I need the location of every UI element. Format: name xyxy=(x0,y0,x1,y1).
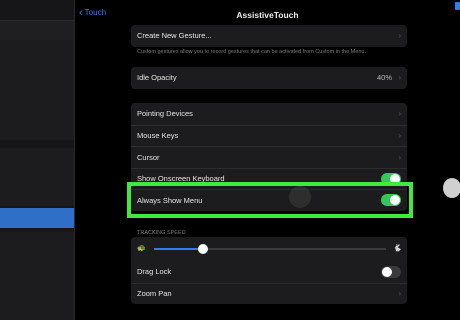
status-indicator xyxy=(455,2,460,10)
chevron-right-icon: › xyxy=(398,109,401,119)
more-group: Drag Lock Zoom Pan › xyxy=(131,261,407,304)
slider-thumb[interactable] xyxy=(197,244,208,254)
sidebar-item-selected[interactable] xyxy=(0,208,74,228)
tortoise-icon: 🐢 xyxy=(137,245,146,252)
mouse-keys-row[interactable]: Mouse Keys › xyxy=(131,124,407,147)
sidebar-section xyxy=(0,148,74,206)
create-gesture-label: Create New Gesture... xyxy=(137,31,212,41)
chevron-right-icon: › xyxy=(398,289,401,299)
sidebar-section xyxy=(0,232,74,320)
drag-lock-label: Drag Lock xyxy=(137,267,172,277)
chevron-right-icon: › xyxy=(398,31,401,41)
gesture-caption: Custom gestures allow you to record gest… xyxy=(137,49,366,55)
sidebar-section xyxy=(0,20,74,42)
mouse-keys-label: Mouse Keys xyxy=(137,131,179,141)
zoom-pan-row[interactable]: Zoom Pan › xyxy=(131,282,407,305)
highlight-box xyxy=(127,182,413,218)
hare-icon: 🐇 xyxy=(393,245,402,252)
assistive-touch-button-icon[interactable] xyxy=(443,178,460,198)
create-gesture-row[interactable]: Create New Gesture... › xyxy=(131,25,407,47)
tracking-speed-caption: TRACKING SPEED xyxy=(137,230,186,236)
sidebar xyxy=(0,0,75,320)
idle-opacity-label: Idle Opacity xyxy=(137,73,177,83)
cursor-label: Cursor xyxy=(137,152,160,162)
cursor-row[interactable]: Cursor › xyxy=(131,146,407,168)
slider-fill xyxy=(154,248,203,250)
idle-opacity-value: 40% xyxy=(376,73,392,83)
touch-indicator xyxy=(289,186,311,208)
sidebar-section xyxy=(0,40,74,140)
chevron-right-icon: › xyxy=(398,131,401,141)
chevron-right-icon: › xyxy=(398,152,401,162)
zoom-pan-label: Zoom Pan xyxy=(137,289,172,299)
idle-group: Idle Opacity 40% › xyxy=(131,67,407,89)
tracking-speed-group: 🐢 🐇 xyxy=(131,237,407,261)
pointing-devices-row[interactable]: Pointing Devices › xyxy=(131,103,407,125)
tracking-speed-slider[interactable] xyxy=(154,244,386,254)
gesture-group: Create New Gesture... › xyxy=(131,25,407,47)
idle-opacity-row[interactable]: Idle Opacity 40% › xyxy=(131,67,407,89)
drag-lock-toggle[interactable] xyxy=(381,265,401,278)
chevron-right-icon: › xyxy=(398,73,401,83)
toggle-knob xyxy=(382,266,392,277)
pointing-devices-label: Pointing Devices xyxy=(137,109,193,119)
drag-lock-row: Drag Lock xyxy=(131,261,407,283)
page-title: AssistiveTouch xyxy=(236,10,299,20)
settings-main: ‹ Touch AssistiveTouch Create New Gestur… xyxy=(75,0,460,320)
